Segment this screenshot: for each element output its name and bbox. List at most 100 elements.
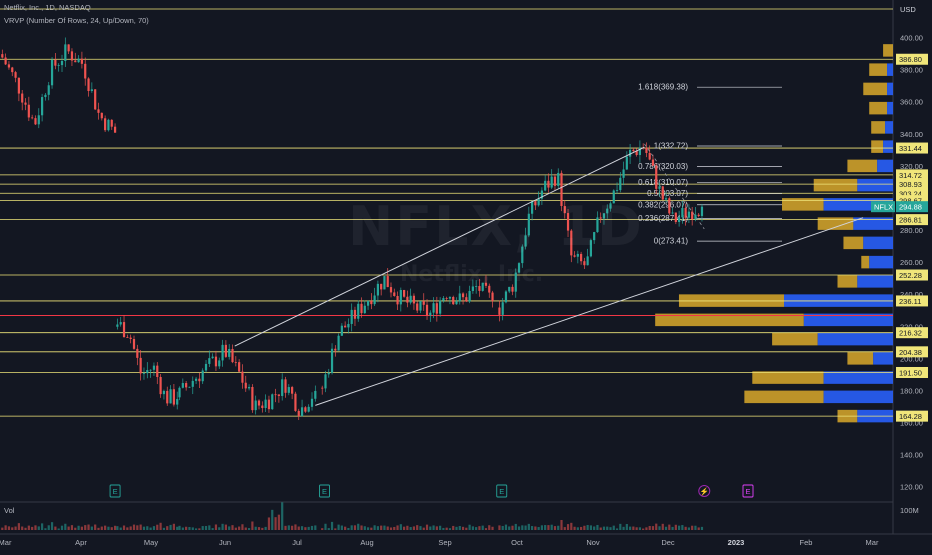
volume-profile-up-bar (823, 371, 893, 384)
volume-bar (629, 526, 632, 530)
price-tick-label: 140.00 (900, 451, 923, 460)
time-tick-label: Feb (800, 538, 813, 547)
volume-bar (50, 522, 54, 530)
fib-label: 0.5(303.07) (647, 189, 688, 198)
volume-bar (678, 525, 681, 530)
candle-body (110, 119, 113, 127)
volume-bar (648, 525, 651, 530)
candle-body (254, 400, 257, 411)
currency-label: USD (900, 5, 916, 14)
volume-bar (57, 528, 60, 530)
volume-bar (310, 525, 314, 530)
volume-bar (409, 527, 412, 530)
volume-bar (162, 527, 166, 530)
level-price-tag-label: 314.72 (899, 171, 922, 180)
candle-body (383, 276, 386, 290)
fib-label: 1(332.72) (654, 141, 689, 150)
volume-bar (366, 527, 370, 530)
volume-bar (27, 525, 30, 530)
fib-label: 1.618(369.38) (638, 83, 688, 92)
candle-body (87, 78, 90, 92)
volume-bar (113, 525, 117, 530)
volume-profile-up-bar (887, 63, 893, 76)
volume-bar (684, 526, 687, 530)
candle-body (70, 51, 74, 61)
volume-bar (386, 526, 389, 530)
volume-bar (599, 527, 602, 530)
indicator-title[interactable]: VRVP (Number Of Rows, 24, Up/Down, 70) (4, 16, 149, 25)
volume-bar (560, 519, 563, 530)
candle-body (47, 85, 50, 95)
volume-bar (632, 526, 635, 530)
volume-bar (142, 526, 146, 530)
volume-profile-up-bar (817, 332, 893, 346)
candle-body (284, 379, 287, 393)
volume-bar (504, 524, 508, 530)
candle-body (126, 337, 129, 338)
candle-body (557, 172, 560, 186)
candle-body (321, 387, 324, 389)
volume-bar (419, 526, 422, 530)
volume-profile-down-bar (871, 121, 886, 134)
volume-bar (247, 528, 251, 530)
candle-body (162, 390, 166, 395)
candle-body (681, 207, 684, 218)
candle-body (625, 156, 628, 170)
volume-bar (448, 528, 452, 530)
volume-bar (314, 525, 317, 530)
volume-bar (284, 525, 287, 530)
volume-bar (198, 528, 201, 530)
candle-body (185, 383, 188, 388)
volume-bar (412, 526, 416, 530)
volume-bar (380, 525, 383, 530)
volume-bar (277, 514, 280, 530)
candle-body (238, 362, 241, 372)
candle-body (314, 390, 317, 399)
volume-bar (77, 525, 80, 530)
volume-bar (360, 525, 363, 530)
volume-bar (241, 524, 244, 530)
volume-bar (619, 523, 622, 530)
volume-profile-up-bar (887, 82, 893, 96)
candle-body (261, 405, 264, 409)
volume-bar (297, 526, 300, 530)
volume-profile-down-bar (752, 371, 824, 384)
volume-bar (17, 523, 20, 530)
volume-profile-up-bar (883, 140, 893, 153)
volume-bar (514, 523, 517, 530)
volume-bar (357, 523, 360, 530)
volume-bar (465, 527, 468, 530)
candle-body (191, 380, 194, 387)
candle-body (327, 372, 330, 375)
candle-body (178, 387, 181, 398)
volume-bar (406, 525, 409, 530)
time-tick-label: Jun (219, 538, 231, 547)
candle-body (224, 344, 227, 357)
volume-bar (700, 526, 704, 530)
candle-body (122, 322, 126, 338)
volume-bar (461, 526, 465, 530)
volume-bar (612, 525, 615, 530)
volume-bar (416, 525, 419, 530)
volume-bar (399, 524, 402, 530)
volume-bar (64, 523, 67, 530)
candle-body (204, 363, 208, 371)
candle-body (297, 410, 300, 417)
candle-body (116, 324, 119, 327)
volume-profile-down-bar (813, 178, 858, 192)
time-tick-label: Mar (0, 538, 12, 547)
volume-profile-up-bar (887, 101, 893, 115)
volume-bar (54, 526, 57, 530)
volume-bar (87, 524, 90, 530)
volume-bar (14, 526, 17, 530)
volume-bar (211, 528, 214, 530)
volume-bar (60, 525, 64, 530)
candle-body (452, 296, 455, 305)
volume-profile-up-bar (869, 255, 893, 269)
candle-body (104, 118, 107, 131)
volume-bar (330, 521, 334, 530)
earnings-marker-label: E (745, 487, 750, 496)
fib-label: 0.786(320.03) (638, 162, 688, 171)
candle-body (64, 44, 67, 61)
volume-profile-down-bar (869, 101, 888, 115)
